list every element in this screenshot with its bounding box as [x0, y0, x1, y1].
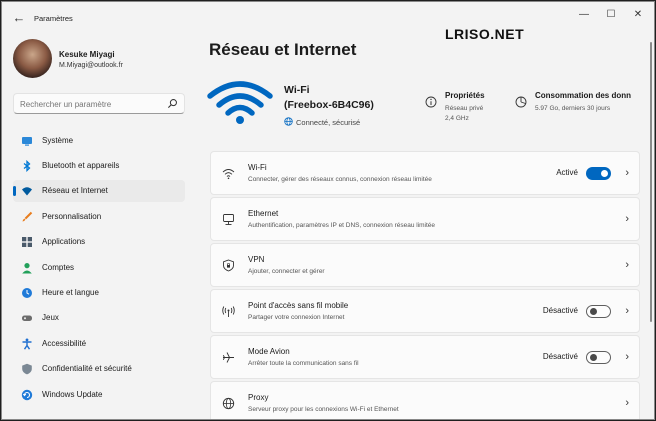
card-title: Wi-Fi — [248, 163, 267, 172]
sidebar-item-label: Jeux — [42, 313, 59, 322]
sidebar-item-label: Windows Update — [42, 390, 103, 399]
sidebar-item-applications[interactable]: Applications — [13, 231, 185, 253]
search-box[interactable] — [13, 93, 185, 114]
update-icon — [21, 389, 33, 401]
globe-icon — [284, 117, 293, 126]
card-description: Serveur proxy pour les connexions Wi-Fi … — [248, 406, 399, 413]
card-description: Arrêter toute la communication sans fil — [248, 360, 359, 367]
globe-clock-icon — [22, 288, 32, 298]
toggle-state-label: Désactivé — [542, 352, 578, 361]
vpn-shield-icon — [223, 259, 234, 272]
sidebar-item-label: Bluetooth et appareils — [42, 161, 120, 170]
toggle-state-label: Désactivé — [542, 306, 578, 315]
sidebar-item-label: Réseau et Internet — [42, 186, 108, 195]
data-usage-link[interactable]: Consommation des donn — [535, 91, 631, 100]
sidebar-item-label: Comptes — [42, 263, 75, 272]
card-airplane-mode[interactable]: Mode Avion Arrêter toute la communicatio… — [210, 335, 640, 379]
card-vpn[interactable]: VPN Ajouter, connecter et gérer › — [210, 243, 640, 287]
globe-icon — [222, 397, 235, 410]
settings-window: ← Paramètres — ☐ ✕ Kesuke Miyagi M.Miyag… — [1, 1, 655, 420]
card-title: Proxy — [248, 393, 269, 402]
card-ethernet[interactable]: Ethernet Authentification, paramètres IP… — [210, 197, 640, 241]
card-description: Partager votre connexion Internet — [248, 314, 345, 321]
sidebar-item-comptes[interactable]: Comptes — [13, 257, 185, 279]
properties-band: 2,4 GHz — [445, 115, 469, 122]
connection-status: Connecté, sécurisé — [284, 117, 360, 127]
card-title: Mode Avion — [248, 347, 290, 356]
sidebar-item-heure-langue[interactable]: Heure et langue — [13, 282, 185, 304]
sidebar-item-bluetooth[interactable]: Bluetooth et appareils — [13, 155, 185, 177]
sidebar-item-windows-update[interactable]: Windows Update — [13, 384, 185, 406]
shield-icon — [22, 363, 32, 375]
sidebar-item-personnalisation[interactable]: Personnalisation — [13, 206, 185, 228]
back-button[interactable]: ← — [10, 9, 28, 27]
card-hotspot[interactable]: Point d'accès sans fil mobile Partager v… — [210, 289, 640, 333]
profile-name: Kesuke Miyagi — [59, 50, 115, 59]
watermark: LRISO.NET — [445, 26, 525, 42]
card-description: Ajouter, connecter et gérer — [248, 268, 325, 275]
minimize-button[interactable]: — — [573, 8, 595, 22]
ethernet-icon — [223, 214, 234, 225]
chevron-right-icon[interactable]: › — [625, 212, 629, 226]
chevron-right-icon[interactable]: › — [625, 258, 629, 272]
bluetooth-icon — [23, 160, 31, 172]
connection-status-text: Connecté, sécurisé — [296, 118, 361, 127]
wifi-icon — [22, 187, 32, 196]
chevron-right-icon[interactable]: › — [625, 304, 629, 318]
search-icon[interactable] — [167, 98, 178, 109]
wifi-toggle[interactable] — [586, 167, 611, 180]
sidebar-item-label: Personnalisation — [42, 212, 102, 221]
sidebar-item-reseau[interactable]: Réseau et Internet — [13, 180, 185, 202]
sidebar-item-systeme[interactable]: Système — [13, 130, 185, 152]
airplane-icon — [222, 352, 234, 363]
toggle-state-label: Activé — [556, 168, 578, 177]
profile-email: M.Miyagi@outlook.fr — [59, 62, 123, 69]
sidebar-item-confidentialite[interactable]: Confidentialité et sécurité — [13, 358, 185, 380]
sidebar-item-label: Accessibilité — [42, 339, 87, 348]
card-title: VPN — [248, 255, 265, 264]
card-proxy[interactable]: Proxy Serveur proxy pour les connexions … — [210, 381, 640, 419]
close-button[interactable]: ✕ — [627, 8, 649, 22]
brush-icon — [22, 211, 33, 222]
sidebar-item-label: Applications — [42, 237, 86, 246]
chevron-right-icon[interactable]: › — [625, 166, 629, 180]
sidebar-item-label: Système — [42, 136, 74, 145]
sidebar-item-label: Heure et langue — [42, 288, 99, 297]
page-title: Réseau et Internet — [209, 40, 357, 59]
connection-name: Wi-Fi — [284, 84, 310, 96]
wifi-large-icon — [207, 81, 273, 124]
properties-network-type: Réseau privé — [445, 105, 484, 112]
properties-link[interactable]: Propriétés — [445, 91, 485, 100]
sidebar-item-jeux[interactable]: Jeux — [13, 307, 185, 329]
info-icon — [425, 96, 437, 108]
airplane-mode-toggle[interactable] — [586, 351, 611, 364]
sidebar-item-accessibilite[interactable]: Accessibilité — [13, 333, 185, 355]
maximize-button[interactable]: ☐ — [600, 8, 622, 22]
chevron-right-icon[interactable]: › — [625, 350, 629, 364]
data-usage-icon — [515, 96, 527, 108]
apps-icon — [22, 237, 32, 247]
avatar[interactable] — [13, 39, 52, 78]
connection-ssid: (Freebox-6B4C96) — [284, 99, 374, 111]
card-wifi[interactable]: Wi-Fi Connecter, gérer des réseaux connu… — [210, 151, 640, 195]
accessibility-icon — [22, 338, 32, 350]
sidebar-item-label: Confidentialité et sécurité — [42, 364, 132, 373]
hotspot-icon — [222, 306, 235, 317]
title-bar: ← Paramètres — ☐ ✕ — [2, 2, 654, 34]
person-icon — [22, 263, 32, 274]
chevron-right-icon[interactable]: › — [625, 396, 629, 410]
wifi-icon — [222, 169, 235, 180]
app-title: Paramètres — [34, 14, 73, 23]
gamepad-icon — [22, 315, 32, 321]
card-description: Connecter, gérer des réseaux connus, con… — [248, 176, 432, 183]
data-usage-value: 5.97 Go, derniers 30 jours — [535, 105, 611, 112]
search-input[interactable] — [20, 97, 160, 111]
card-title: Ethernet — [248, 209, 279, 218]
scrollbar[interactable] — [650, 42, 652, 322]
card-description: Authentification, paramètres IP et DNS, … — [248, 222, 436, 229]
monitor-icon — [22, 137, 32, 146]
card-title: Point d'accès sans fil mobile — [248, 301, 349, 310]
hotspot-toggle[interactable] — [586, 305, 611, 318]
